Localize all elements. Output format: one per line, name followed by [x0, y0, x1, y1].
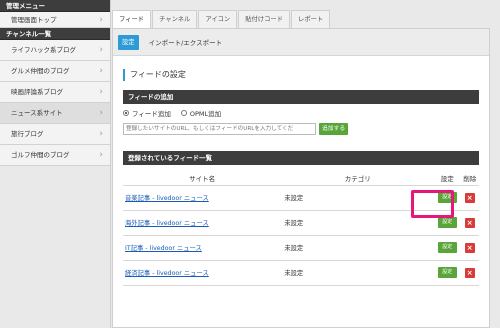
- sidebar-item-channel[interactable]: 旅行ブログ ›: [0, 124, 110, 145]
- sidebar: 管理メニュー 管理画面トップ › チャンネル一覧 ライフハック系ブログ › グルメ仲…: [0, 0, 111, 328]
- tab-1[interactable]: チャンネル: [152, 10, 198, 28]
- radio-unselected-icon: [180, 110, 187, 116]
- delete-icon[interactable]: ×: [464, 242, 475, 253]
- page-title: フィードの設定: [123, 69, 479, 81]
- radio-feed-label: フィード追加: [132, 110, 171, 118]
- delete-icon[interactable]: ×: [464, 217, 475, 228]
- radio-selected-icon: [123, 110, 129, 116]
- sidebar-item-channel[interactable]: ゴルフ仲間のブログ ›: [0, 145, 110, 166]
- table-row: 海外記事 - livedoor ニュース 未設定 設定 ×: [123, 210, 479, 236]
- radio-opml-label: OPML追加: [189, 110, 222, 118]
- feed-setting-button[interactable]: 設定: [437, 192, 457, 203]
- tab-2[interactable]: アイコン: [198, 10, 238, 28]
- sidebar-item-label: グルメ仲間のブログ: [11, 67, 70, 75]
- feed-category: 未設定: [281, 235, 435, 261]
- chevron-right-icon: ›: [99, 66, 103, 76]
- subnav-import-export-link[interactable]: インポート/エクスポート: [149, 37, 223, 47]
- chevron-right-icon: ›: [99, 108, 103, 118]
- table-row: 音楽記事 - livedoor ニュース 未設定 設定 ×: [123, 185, 479, 211]
- channel-list: ライフハック系ブログ › グルメ仲間のブログ › 映画評論系ブログ › ニュース系サイト › 旅…: [0, 40, 110, 166]
- channel-list-header: チャンネル一覧: [0, 28, 110, 40]
- top-tabs: フィード チャンネル アイコン 貼付けコード レポート: [112, 10, 331, 28]
- feed-table: サイト名 カテゴリ 設定 削除 音楽記事 - livedoor ニュース 未設定設…: [123, 172, 479, 286]
- sidebar-item-label: 旅行ブログ: [11, 130, 44, 138]
- feed-name-link[interactable]: IT記事 - livedoor ニュース: [123, 245, 202, 252]
- feed-category: 未設定: [281, 185, 435, 211]
- content: フィードの設定 フィードの追加 フィード追加 OPML追加 追加する 登録されて…: [113, 69, 489, 286]
- delete-icon[interactable]: ×: [464, 192, 475, 203]
- sidebar-item-label: 管理画面トップ: [11, 16, 57, 24]
- add-feed-section-header: フィードの追加: [123, 90, 479, 104]
- chevron-right-icon: ›: [99, 87, 103, 97]
- chevron-right-icon: ›: [99, 129, 103, 139]
- column-header-name: サイト名: [123, 172, 282, 186]
- sidebar-item-label: ゴルフ仲間のブログ: [11, 151, 70, 159]
- sub-nav: 設定 インポート/エクスポート: [113, 29, 489, 56]
- feed-setting-button[interactable]: 設定: [437, 217, 457, 228]
- feed-url-input[interactable]: [123, 123, 316, 135]
- feed-setting-button[interactable]: 設定: [437, 242, 457, 253]
- table-row: 経済記事 - livedoor ニュース 未設定 設定 ×: [123, 260, 479, 286]
- main-panel: 設定 インポート/エクスポート フィードの設定 フィードの追加 フィード追加 O…: [112, 28, 490, 328]
- sidebar-item-admin-top[interactable]: 管理画面トップ ›: [0, 12, 110, 28]
- radio-feed[interactable]: フィード追加: [123, 108, 171, 118]
- column-header-category: カテゴリ: [281, 172, 435, 186]
- chevron-right-icon: ›: [99, 15, 103, 25]
- feed-name-link[interactable]: 経済記事 - livedoor ニュース: [123, 270, 209, 277]
- column-header-setting: 設定: [434, 172, 461, 186]
- sidebar-item-channel[interactable]: 映画評論系ブログ ›: [0, 82, 110, 103]
- sidebar-item-channel[interactable]: ライフハック系ブログ ›: [0, 40, 110, 61]
- add-feed-button[interactable]: 追加する: [319, 123, 349, 135]
- sidebar-item-label: ニュース系サイト: [11, 109, 63, 117]
- tab-0[interactable]: フィード: [112, 10, 152, 28]
- sidebar-item-channel[interactable]: ニュース系サイト ›: [0, 103, 110, 124]
- radio-opml[interactable]: OPML追加: [180, 108, 222, 118]
- tab-4[interactable]: レポート: [291, 10, 331, 28]
- admin-menu-header: 管理メニュー: [0, 0, 110, 12]
- tab-3[interactable]: 貼付けコード: [238, 10, 291, 28]
- feed-name-link[interactable]: 音楽記事 - livedoor ニュース: [123, 195, 209, 202]
- add-feed-row: 追加する: [123, 123, 479, 135]
- chevron-right-icon: ›: [99, 150, 103, 160]
- feed-category: 未設定: [281, 210, 435, 236]
- feed-name-link[interactable]: 海外記事 - livedoor ニュース: [123, 220, 209, 227]
- feed-list-section-header: 登録されているフィード一覧: [123, 151, 479, 165]
- table-row: IT記事 - livedoor ニュース 未設定 設定 ×: [123, 235, 479, 261]
- feed-category: 未設定: [281, 260, 435, 286]
- feed-setting-button[interactable]: 設定: [437, 267, 457, 278]
- subnav-settings-button[interactable]: 設定: [118, 34, 139, 50]
- sidebar-item-label: ライフハック系ブログ: [11, 46, 76, 54]
- sidebar-item-channel[interactable]: グルメ仲間のブログ ›: [0, 61, 110, 82]
- chevron-right-icon: ›: [99, 45, 103, 55]
- add-mode-radios: フィード追加 OPML追加: [123, 108, 479, 118]
- delete-icon[interactable]: ×: [464, 267, 475, 278]
- column-header-delete: 削除: [460, 172, 479, 186]
- sidebar-item-label: 映画評論系ブログ: [11, 88, 63, 96]
